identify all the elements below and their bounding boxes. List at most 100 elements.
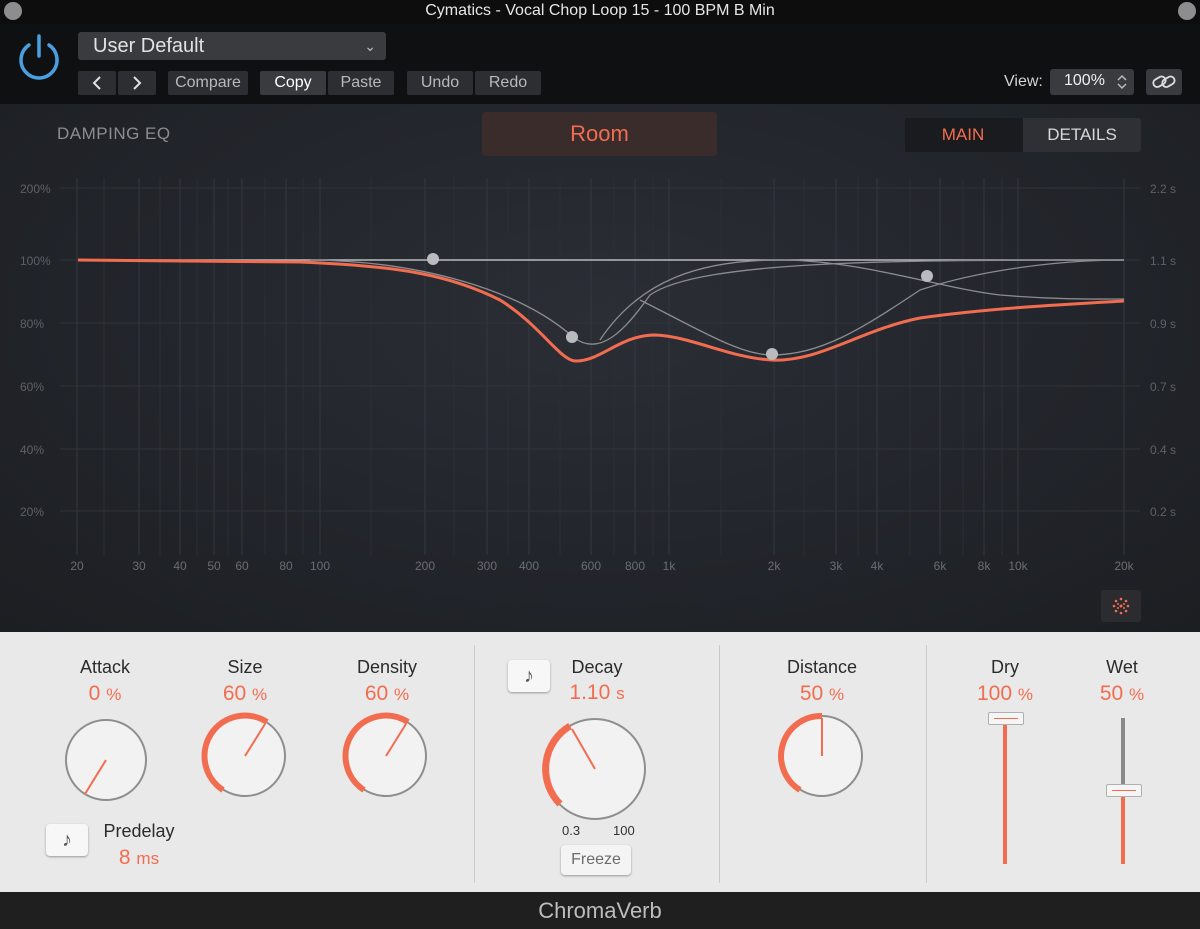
view-tabs: MAIN DETAILS: [905, 118, 1141, 152]
zoom-dropdown[interactable]: 100%: [1050, 69, 1134, 95]
eq-y-label-right: 0.4 s: [1150, 443, 1176, 457]
eq-y-label-right: 0.2 s: [1150, 505, 1176, 519]
eq-handle-low-shelf[interactable]: [427, 253, 439, 265]
predelay-label: Predelay: [103, 821, 175, 841]
eq-x-label: 800: [625, 559, 645, 573]
size-knob[interactable]: [199, 710, 291, 802]
eq-y-label-left: 60%: [20, 380, 44, 394]
wet-fader[interactable]: [1106, 716, 1142, 866]
distance-value-display: 50 %: [772, 682, 872, 706]
particles-icon: [1112, 597, 1130, 615]
chevron-right-icon: [133, 76, 142, 90]
eq-x-label: 300: [477, 559, 497, 573]
previous-preset-button[interactable]: [78, 71, 116, 95]
eq-x-label: 30: [132, 559, 146, 573]
density-knob[interactable]: [340, 710, 432, 802]
eq-y-label-right: 0.7 s: [1150, 380, 1176, 394]
plugin-header: User Default ⌄ Compare Copy Paste Undo R…: [0, 24, 1200, 104]
eq-x-label: 1k: [663, 559, 677, 573]
eq-y-label-left: 200%: [20, 182, 51, 196]
eq-x-label: 100: [310, 559, 330, 573]
power-icon[interactable]: [14, 32, 64, 82]
view-label: View:: [1004, 73, 1043, 90]
stepper-arrows-icon: [1117, 74, 1127, 90]
size-value-display: 60 %: [195, 682, 295, 706]
wet-fader-track-level: [1121, 790, 1125, 864]
music-note-icon: ♪: [62, 829, 72, 851]
size-unit: %: [252, 685, 268, 704]
link-icon: [1152, 75, 1176, 88]
chevron-down-icon: ⌄: [364, 38, 376, 54]
window-titlebar: Cymatics - Vocal Chop Loop 15 - 100 BPM …: [0, 0, 1200, 24]
wet-label: Wet: [1106, 657, 1138, 677]
tab-main[interactable]: MAIN: [905, 118, 1021, 152]
eq-x-label: 50: [207, 559, 221, 573]
eq-x-label: 10k: [1008, 559, 1028, 573]
predelay-sync-button[interactable]: ♪: [46, 824, 88, 856]
decay-unit: s: [616, 684, 625, 703]
eq-response-curve: [77, 258, 1125, 363]
eq-handle-high-mid[interactable]: [766, 348, 778, 360]
plugin-footer: ChromaVerb: [0, 892, 1200, 929]
decay-range-min: 0.3: [562, 823, 581, 838]
section-divider: [719, 645, 720, 883]
eq-y-label-right: 0.9 s: [1150, 317, 1176, 331]
wet-fader-track-upper: [1121, 718, 1125, 790]
density-unit: %: [394, 685, 410, 704]
distance-value: 50: [799, 682, 824, 705]
density-label: Density: [356, 657, 418, 677]
dry-value-display: 100 %: [955, 682, 1055, 706]
decay-knob[interactable]: [540, 714, 650, 824]
attack-unit: %: [106, 685, 122, 704]
freeze-view-button[interactable]: [1101, 590, 1141, 622]
tab-details[interactable]: DETAILS: [1023, 118, 1141, 152]
next-preset-button[interactable]: [118, 71, 156, 95]
eq-x-label: 600: [581, 559, 601, 573]
eq-grid: [60, 178, 1140, 555]
density-value-display: 60 %: [337, 682, 437, 706]
decay-sync-button[interactable]: ♪: [508, 660, 550, 692]
distance-knob[interactable]: [776, 710, 868, 802]
wet-fader-handle[interactable]: [1106, 784, 1142, 797]
compare-button[interactable]: Compare: [168, 71, 248, 95]
eq-x-label: 6k: [934, 559, 948, 573]
eq-y-label-left: 40%: [20, 443, 44, 457]
predelay-value-display[interactable]: 8 ms: [95, 846, 183, 870]
decay-value: 1.10: [569, 681, 611, 704]
distance-unit: %: [829, 685, 845, 704]
preset-dropdown[interactable]: User Default ⌄: [78, 32, 386, 60]
room-type-button[interactable]: Room: [482, 112, 717, 156]
size-value: 60: [222, 682, 247, 705]
eq-y-label-left: 20%: [20, 505, 44, 519]
eq-y-axis-left: 200% 100% 80% 60% 40% 20%: [20, 182, 51, 519]
paste-button[interactable]: Paste: [328, 71, 394, 95]
eq-y-axis-right: 2.2 s 1.1 s 0.9 s 0.7 s 0.4 s 0.2 s: [1150, 182, 1176, 519]
attack-value-display: 0 %: [55, 682, 155, 706]
density-value: 60: [364, 682, 389, 705]
eq-handle-low-mid[interactable]: [566, 331, 578, 343]
copy-button[interactable]: Copy: [260, 71, 326, 95]
plugin-name: ChromaVerb: [538, 898, 662, 923]
freeze-button[interactable]: Freeze: [561, 845, 631, 875]
dry-label: Dry: [991, 657, 1019, 677]
eq-handle-high-shelf[interactable]: [921, 270, 933, 282]
predelay-value: 8: [118, 846, 131, 869]
eq-y-label-right: 2.2 s: [1150, 182, 1176, 196]
dry-fader-handle[interactable]: [988, 712, 1024, 725]
chevron-left-icon: [92, 76, 101, 90]
dry-fader-track: [1003, 716, 1007, 864]
decay-label: Decay: [571, 657, 623, 677]
link-button[interactable]: [1146, 69, 1182, 95]
dry-fader[interactable]: [988, 712, 1024, 866]
eq-x-label: 3k: [830, 559, 844, 573]
decay-range-max: 100: [613, 823, 635, 838]
redo-button[interactable]: Redo: [475, 71, 541, 95]
damping-eq-graph[interactable]: 200% 100% 80% 60% 40% 20% 2.2 s 1.1 s 0.9 s 0.7 …: [0, 160, 1200, 590]
mid-band-curve: [639, 259, 1125, 356]
eq-x-label: 80: [279, 559, 293, 573]
eq-x-label: 400: [519, 559, 539, 573]
preset-name: User Default: [93, 35, 205, 57]
undo-button[interactable]: Undo: [407, 71, 473, 95]
attack-knob[interactable]: [60, 714, 152, 806]
dry-unit: %: [1017, 685, 1033, 704]
